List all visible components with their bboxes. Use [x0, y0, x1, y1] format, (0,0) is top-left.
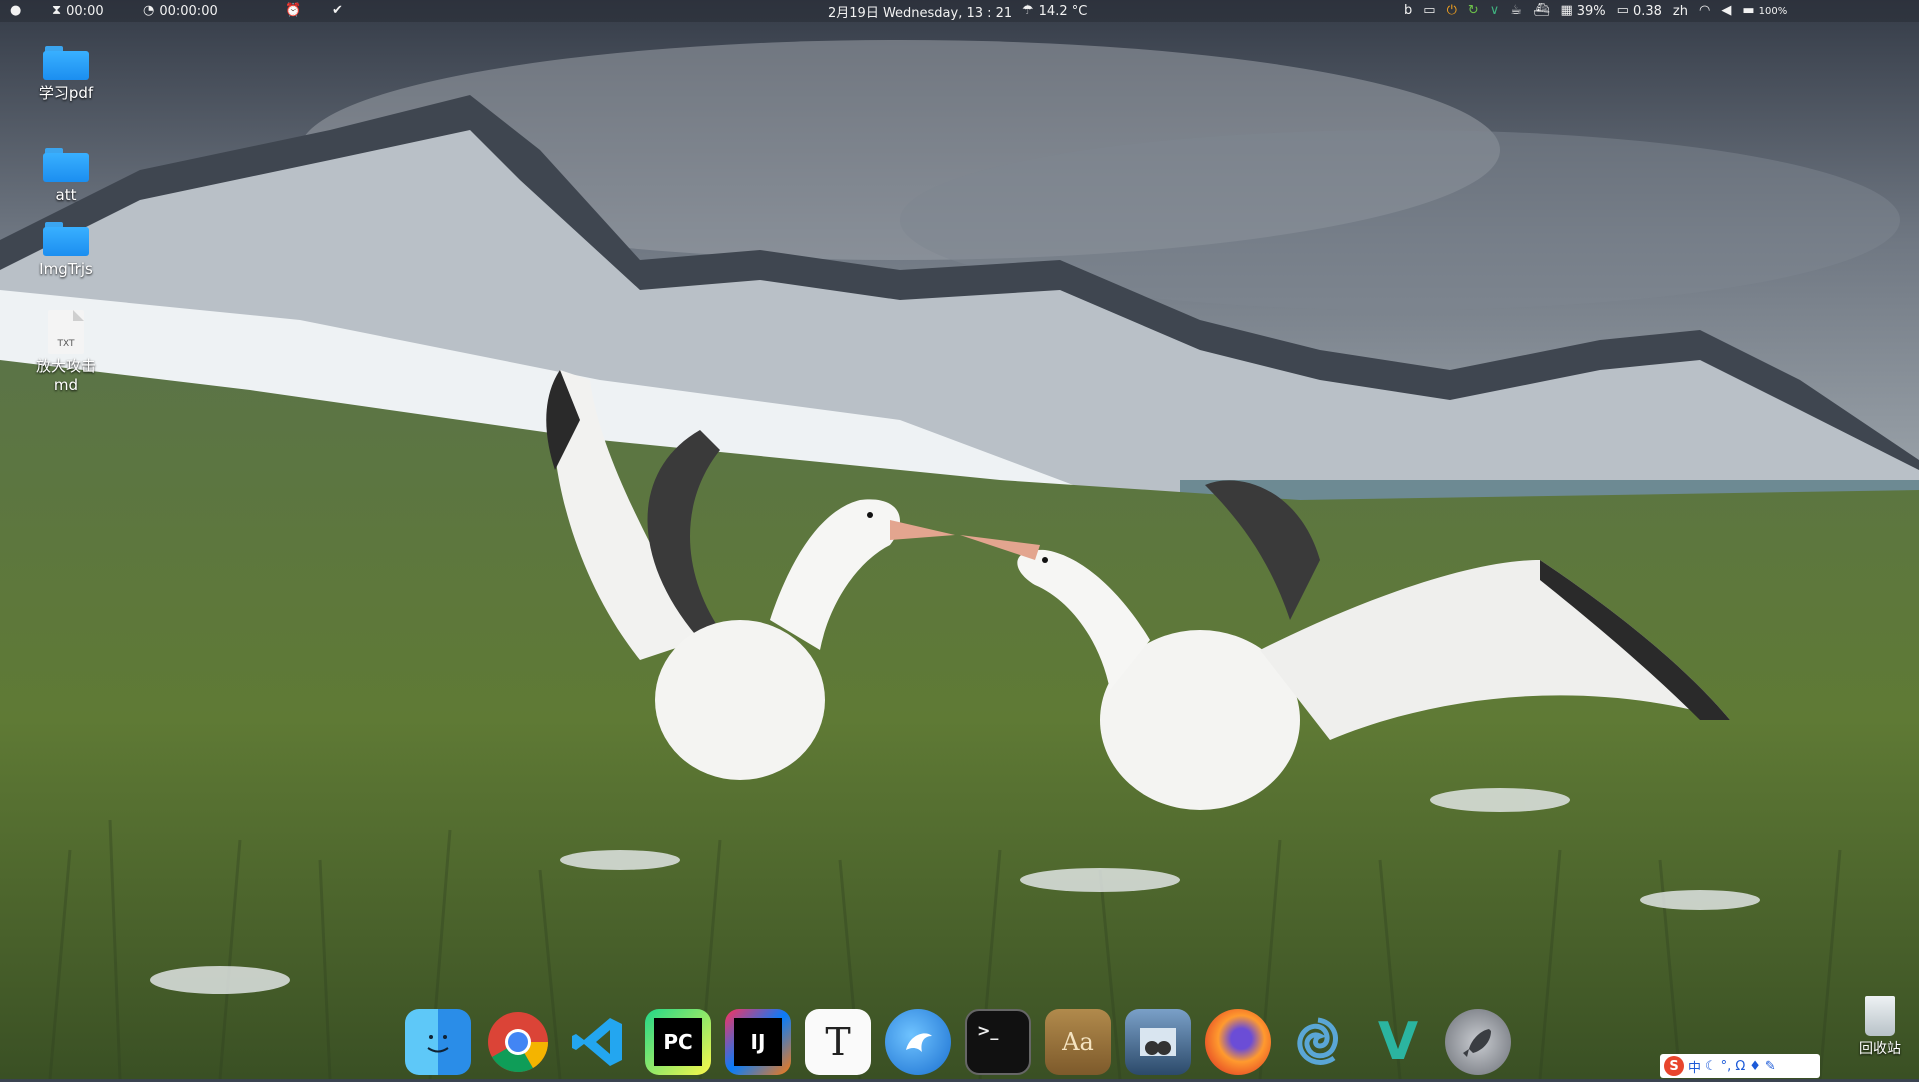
dictionary-icon[interactable]: Aa: [1045, 1009, 1111, 1075]
dock: PC IJ T >_ Aa V: [405, 1002, 1511, 1082]
terminal-icon[interactable]: >_: [965, 1009, 1031, 1075]
stopwatch-widget[interactable]: ◔ 00:00:00: [143, 0, 218, 22]
volume-icon[interactable]: ◀: [1721, 0, 1731, 22]
spiral-app-icon[interactable]: [1285, 1009, 1351, 1075]
check-icon: ✔: [332, 3, 343, 18]
chrome-icon[interactable]: [485, 1009, 551, 1075]
temperature: 14.2 °C: [1038, 3, 1088, 19]
vscode-icon[interactable]: [565, 1009, 631, 1075]
battery-icon: ▬: [1742, 3, 1755, 18]
moon-icon[interactable]: ☾: [1705, 1059, 1717, 1074]
ime-toolbar[interactable]: S 中 ☾ °, Ω ♦ ✎: [1660, 1054, 1820, 1078]
intellij-label: IJ: [734, 1018, 782, 1066]
weather-widget[interactable]: ☂ 14.2 °C: [1022, 0, 1087, 22]
stopwatch-icon: ◔: [143, 3, 155, 18]
typora-icon[interactable]: T: [805, 1009, 871, 1075]
omega-icon[interactable]: Ω: [1735, 1059, 1745, 1074]
file-type-badge: TXT: [57, 339, 75, 349]
folder-icon: [43, 46, 89, 80]
timer-value: 00:00: [66, 3, 104, 19]
tasks-widget[interactable]: ✔: [332, 0, 343, 22]
input-language[interactable]: zh: [1673, 4, 1688, 19]
hourglass-icon: ⧗: [52, 3, 62, 18]
pycharm-icon[interactable]: PC: [645, 1009, 711, 1075]
preview-icon[interactable]: [1125, 1009, 1191, 1075]
refresh-icon[interactable]: ↻: [1468, 0, 1479, 22]
intellij-icon[interactable]: IJ: [725, 1009, 791, 1075]
bing-icon[interactable]: b: [1404, 0, 1412, 22]
vue-icon[interactable]: ∨: [1490, 0, 1500, 22]
firefox-icon[interactable]: [1205, 1009, 1271, 1075]
finder-icon[interactable]: [405, 1009, 471, 1075]
monitor-icon: ▭: [1616, 3, 1629, 18]
cpu-icon: ▦: [1560, 3, 1573, 18]
launchpad-icon[interactable]: [1445, 1009, 1511, 1075]
timer-widget[interactable]: ⧗ 00:00: [52, 0, 104, 22]
ime-language[interactable]: 中: [1688, 1057, 1701, 1076]
wifi-icon[interactable]: ◠: [1699, 0, 1710, 22]
desktop-folder-imgtrjs[interactable]: ImgTrjs: [24, 222, 108, 279]
load-widget[interactable]: ▭ 0.38: [1617, 0, 1662, 22]
apple-icon: ●: [10, 3, 22, 18]
cup-icon[interactable]: ☕: [1510, 0, 1522, 22]
desktop-icon-label: att: [55, 186, 77, 204]
alarm-widget[interactable]: ⏰: [285, 0, 301, 22]
folder-icon: [43, 148, 89, 182]
desktop-folder-att[interactable]: att: [24, 148, 108, 205]
desktop-icon-label: ImgTrjs: [39, 260, 93, 278]
status-tray: b ▭ ⏻ ↻ ∨ ☕ ⛴ ▦ 39% ▭ 0.38 zh ◠ ◀ ▬ 100%: [1404, 0, 1787, 22]
clock[interactable]: 2月19日 Wednesday, 13 : 21: [828, 0, 1012, 22]
desktop-file-md[interactable]: TXT 放大攻击 md: [24, 310, 108, 395]
punctuation-icon[interactable]: °,: [1721, 1059, 1732, 1074]
cpu-widget[interactable]: ▦ 39%: [1560, 0, 1605, 22]
sogou-logo[interactable]: S: [1664, 1056, 1684, 1076]
desktop-icon-label: 学习pdf: [38, 84, 94, 102]
keyboard-icon[interactable]: ▭: [1423, 0, 1435, 22]
shirt-icon[interactable]: ♦: [1749, 1059, 1761, 1074]
desktop-icon-label: 放大攻击 md: [35, 357, 96, 394]
trash[interactable]: 回收站: [1850, 996, 1910, 1058]
stopwatch-value: 00:00:00: [159, 3, 218, 19]
wallpaper: [0, 0, 1919, 1079]
apple-menu[interactable]: ●: [10, 0, 21, 22]
pycharm-label: PC: [654, 1018, 702, 1066]
weather-icon: ☂: [1022, 3, 1034, 18]
folder-icon: [43, 222, 89, 256]
text-file-icon: TXT: [48, 310, 84, 354]
battery-value: 100%: [1758, 5, 1788, 17]
datetime: 2月19日 Wednesday, 13 : 21: [828, 5, 1013, 21]
load-value: 0.38: [1632, 3, 1662, 19]
alarm-icon: ⏰: [285, 3, 302, 18]
menu-bar: ● ⧗ 00:00 ◔ 00:00:00 ⏰ ✔ 2月19日 Wednesday…: [0, 0, 1919, 22]
trash-icon: [1865, 996, 1895, 1036]
power-icon[interactable]: ⏻: [1447, 0, 1457, 22]
cpu-value: 39%: [1576, 3, 1606, 19]
battery-widget[interactable]: ▬ 100%: [1742, 0, 1787, 22]
desktop-folder-study-pdf[interactable]: 学习pdf: [24, 46, 108, 103]
vim-icon[interactable]: V: [1365, 1009, 1431, 1075]
docker-icon[interactable]: ⛴: [1533, 0, 1550, 22]
wrench-icon[interactable]: ✎: [1765, 1059, 1776, 1074]
trash-label: 回收站: [1859, 1041, 1901, 1057]
eagle-icon[interactable]: [885, 1009, 951, 1075]
